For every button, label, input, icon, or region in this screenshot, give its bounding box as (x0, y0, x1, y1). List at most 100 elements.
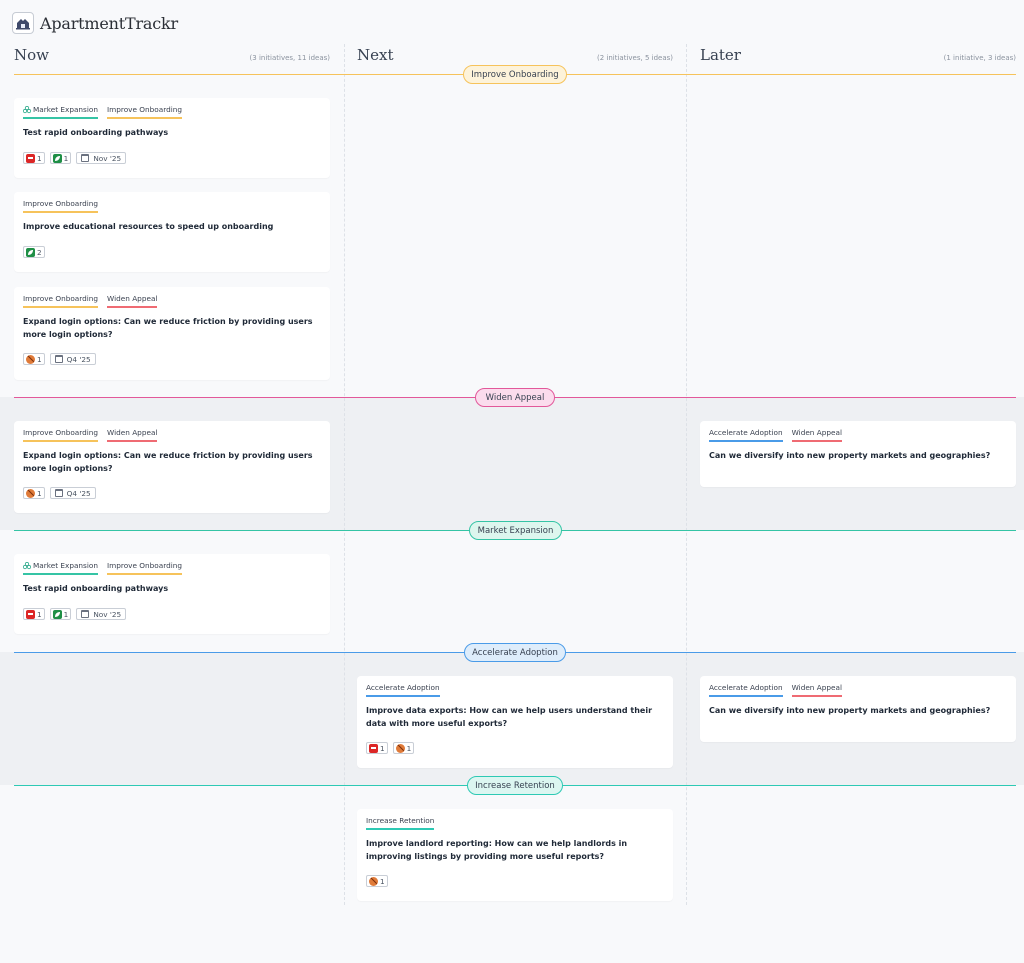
idea-card[interactable]: Improve Onboarding Improve educational r… (14, 192, 330, 272)
calendar-icon (54, 489, 63, 497)
ball-badge[interactable]: 1 (392, 742, 415, 754)
tag-improve-onboarding[interactable]: Improve Onboarding (23, 428, 99, 442)
card-title: Can we diversify into new property marke… (709, 451, 991, 460)
idea-card[interactable]: Improve Onboarding Widen Appeal Expand l… (14, 421, 330, 513)
ball-badge[interactable]: 1 (23, 487, 45, 499)
tag-improve-onboarding[interactable]: Improve Onboarding (23, 294, 99, 308)
market-icon (23, 105, 31, 113)
app-header: ApartmentTrackr (12, 10, 178, 36)
badge-count: 2 (37, 247, 42, 257)
tag-widen-appeal[interactable]: Widen Appeal (107, 428, 158, 442)
blocked-badge[interactable]: 1 (366, 742, 388, 754)
apartment-logo-icon[interactable] (12, 12, 34, 34)
lane-label-widen-appeal[interactable]: Widen Appeal (475, 388, 555, 407)
tag-label: Improve Onboarding (106, 105, 183, 114)
idea-card[interactable]: Accelerate Adoption Widen Appeal Can we … (700, 676, 1016, 742)
blocked-icon (26, 609, 35, 619)
badge-count: 1 (37, 609, 42, 619)
tag-widen-appeal[interactable]: Widen Appeal (791, 683, 842, 697)
tag-market-expansion[interactable]: Market Expansion (23, 105, 98, 119)
leaf-icon (52, 153, 62, 163)
date-badge[interactable]: Nov '25 (76, 608, 127, 620)
leaf-badge[interactable]: 2 (23, 246, 45, 258)
ball-icon (26, 354, 35, 364)
tag-label: Improve Onboarding (23, 428, 99, 437)
leaf-badge[interactable]: 1 (49, 608, 72, 620)
tag-label: Widen Appeal (791, 683, 842, 692)
tag-label: Accelerate Adoption (366, 683, 440, 692)
tag-label: Improve Onboarding (23, 199, 99, 208)
badge-count: 1 (380, 743, 385, 753)
blocked-badge[interactable]: 1 (23, 608, 45, 620)
column-title: Now (14, 46, 49, 64)
badge-date: Nov '25 (93, 609, 122, 619)
column-divider (686, 44, 687, 905)
badge-count: 1 (37, 488, 42, 498)
column-divider (344, 44, 345, 905)
ball-icon (369, 876, 378, 886)
idea-card[interactable]: Accelerate Adoption Improve data exports… (357, 676, 673, 768)
idea-card[interactable]: Increase Retention Improve landlord repo… (357, 809, 673, 901)
tag-label: Widen Appeal (791, 428, 842, 437)
date-badge[interactable]: Q4 '25 (49, 353, 96, 365)
idea-card[interactable]: Market Expansion Improve Onboarding Test… (14, 98, 330, 178)
blocked-icon (369, 743, 378, 753)
tag-label: Improve Onboarding (23, 294, 99, 303)
tag-accelerate-adoption[interactable]: Accelerate Adoption (709, 683, 783, 697)
tag-label: Market Expansion (33, 105, 98, 114)
column-title: Next (357, 46, 394, 64)
column-summary: (1 initiative, 3 ideas) (943, 54, 1016, 62)
card-title: Improve landlord reporting: How can we h… (366, 839, 628, 861)
tag-widen-appeal[interactable]: Widen Appeal (107, 294, 158, 308)
ball-badge[interactable]: 1 (23, 353, 45, 365)
card-title: Expand login options: Can we reduce fric… (23, 451, 313, 473)
ball-icon (26, 488, 35, 498)
tag-market-expansion[interactable]: Market Expansion (23, 561, 98, 575)
idea-card[interactable]: Market Expansion Improve Onboarding Test… (14, 554, 330, 634)
card-title: Improve educational resources to speed u… (23, 222, 274, 231)
tag-label: Improve Onboarding (106, 561, 183, 570)
tag-label: Widen Appeal (107, 294, 158, 303)
tag-label: Widen Appeal (107, 428, 158, 437)
date-badge[interactable]: Nov '25 (76, 152, 127, 164)
leaf-icon (26, 247, 35, 257)
column-summary: (2 initiatives, 5 ideas) (597, 54, 673, 62)
ball-icon (395, 743, 405, 753)
calendar-icon (54, 355, 63, 363)
column-title: Later (700, 46, 741, 64)
idea-card[interactable]: Improve Onboarding Widen Appeal Expand l… (14, 287, 330, 380)
card-title: Test rapid onboarding pathways (23, 584, 169, 593)
card-title: Can we diversify into new property marke… (709, 706, 991, 715)
badge-count: 1 (380, 876, 385, 886)
tag-label: Market Expansion (33, 561, 98, 570)
lane-label-increase-retention[interactable]: Increase Retention (467, 776, 563, 795)
tag-accelerate-adoption[interactable]: Accelerate Adoption (366, 683, 440, 697)
badge-date: Nov '25 (93, 153, 122, 163)
tag-widen-appeal[interactable]: Widen Appeal (791, 428, 842, 442)
lane-label-accelerate-adoption[interactable]: Accelerate Adoption (464, 643, 566, 662)
tag-improve-onboarding[interactable]: Improve Onboarding (23, 199, 99, 213)
blocked-badge[interactable]: 1 (23, 152, 45, 164)
tag-increase-retention[interactable]: Increase Retention (366, 816, 435, 830)
tag-improve-onboarding[interactable]: Improve Onboarding (106, 561, 183, 575)
badge-date: Q4 '25 (66, 488, 91, 498)
column-summary: (3 initiatives, 11 ideas) (249, 54, 330, 62)
lane-label-market-expansion[interactable]: Market Expansion (469, 521, 562, 540)
badge-date: Q4 '25 (66, 354, 91, 364)
tag-label: Accelerate Adoption (709, 683, 783, 692)
calendar-icon (81, 154, 90, 162)
date-badge[interactable]: Q4 '25 (49, 487, 96, 499)
app-title: ApartmentTrackr (40, 13, 178, 33)
ball-badge[interactable]: 1 (366, 875, 388, 887)
card-title: Improve data exports: How can we help us… (366, 706, 653, 728)
tag-improve-onboarding[interactable]: Improve Onboarding (106, 105, 183, 119)
badge-count: 1 (37, 354, 42, 364)
leaf-badge[interactable]: 1 (49, 152, 72, 164)
blocked-icon (26, 153, 35, 163)
card-title: Expand login options: Can we reduce fric… (23, 317, 313, 339)
idea-card[interactable]: Accelerate Adoption Widen Appeal Can we … (700, 421, 1016, 487)
tag-accelerate-adoption[interactable]: Accelerate Adoption (709, 428, 783, 442)
lane-label-improve-onboarding[interactable]: Improve Onboarding (463, 65, 567, 84)
badge-count: 1 (406, 743, 412, 753)
card-title: Test rapid onboarding pathways (23, 128, 169, 137)
